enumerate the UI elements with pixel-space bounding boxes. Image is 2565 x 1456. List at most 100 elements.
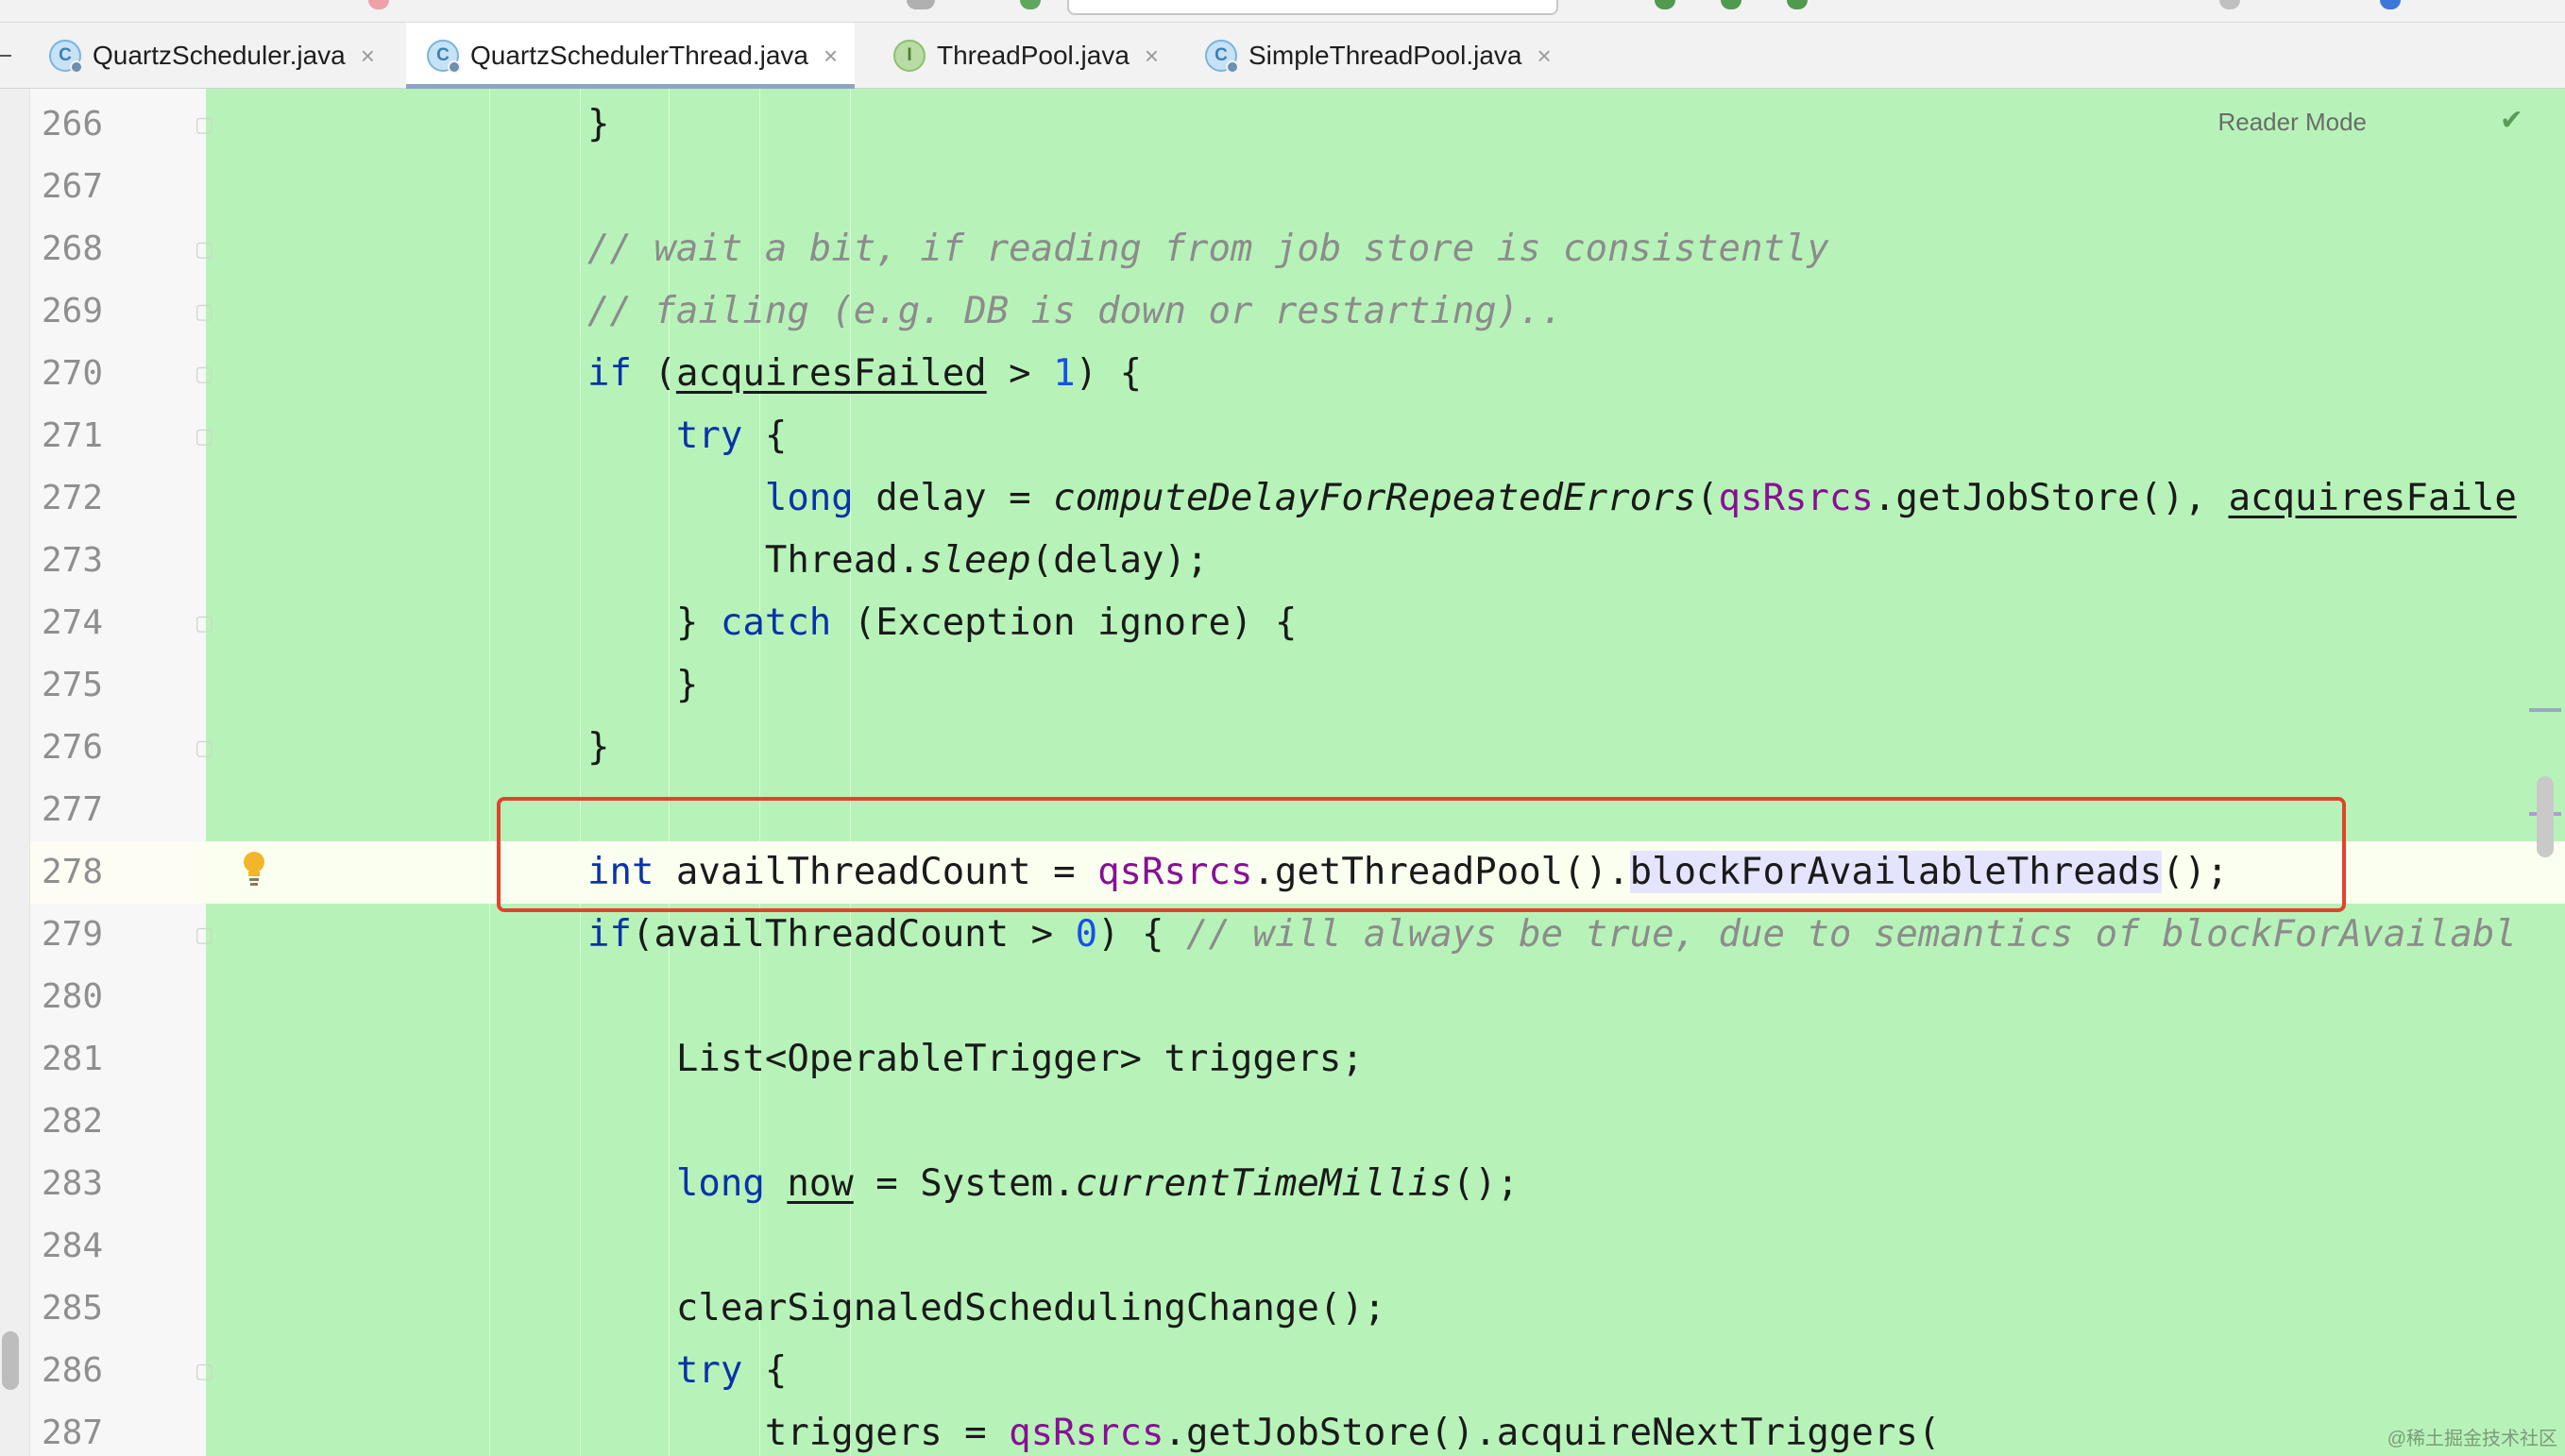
- code-token: triggers =: [587, 1412, 1010, 1454]
- tab-close-icon[interactable]: ×: [1537, 42, 1552, 71]
- code-line[interactable]: Thread.sleep(delay);: [587, 530, 1209, 592]
- toolbar-button[interactable]: [2219, 0, 2240, 9]
- line-number[interactable]: 272: [42, 467, 127, 530]
- tab-simplethreadpool[interactable]: C SimpleThreadPool.java ×: [1184, 23, 1569, 89]
- toolbar-button[interactable]: [368, 0, 389, 9]
- fold-marker-icon[interactable]: ▢: [195, 1361, 217, 1381]
- debug-button[interactable]: [1655, 0, 1675, 9]
- fold-marker-icon[interactable]: ▢: [195, 613, 217, 634]
- line-number[interactable]: 268: [42, 218, 127, 280]
- scrollbar-marker[interactable]: [2529, 708, 2561, 712]
- code-line[interactable]: }: [587, 654, 699, 717]
- code-line[interactable]: triggers = qsRsrcs.getJobStore().acquire…: [587, 1402, 1940, 1456]
- code-token: (availThreadCount >: [631, 913, 1076, 956]
- tab-quartzschedulerthread[interactable]: C QuartzSchedulerThread.java ×: [406, 23, 856, 89]
- inspection-ok-icon[interactable]: ✔: [2500, 104, 2523, 137]
- reader-mode-button[interactable]: Reader Mode: [2217, 108, 2367, 137]
- line-number[interactable]: 282: [42, 1091, 127, 1153]
- code-token: (: [631, 352, 676, 395]
- class-icon: C: [49, 40, 83, 74]
- line-number[interactable]: 273: [42, 530, 127, 592]
- tab-label: QuartzSchedulerThread.java: [470, 41, 808, 70]
- fold-marker-icon[interactable]: ▢: [195, 301, 217, 322]
- code-line[interactable]: try {: [587, 405, 787, 467]
- run-button[interactable]: [1020, 0, 1041, 9]
- code-token: int: [587, 851, 654, 893]
- code-editor[interactable]: 266 ▢} 267 268 ▢ // wait a bit, if reading fr…: [0, 89, 2565, 1456]
- line-number[interactable]: 275: [42, 654, 127, 717]
- tool-window-scroll-handle[interactable]: [2, 1331, 19, 1390]
- code-line[interactable]: if (acquiresFailed > 1) {: [587, 343, 1142, 405]
- line-number[interactable]: 280: [42, 966, 127, 1028]
- code-token: acquiresFailed: [675, 352, 987, 395]
- line-number[interactable]: 274: [42, 592, 127, 654]
- code-line[interactable]: }: [587, 93, 609, 156]
- code-token: catch: [720, 601, 832, 644]
- run-configuration-selector[interactable]: [1067, 0, 1558, 15]
- line-number[interactable]: 286: [42, 1340, 127, 1402]
- code-line[interactable]: if(availThreadCount > 0) { // will alway…: [587, 904, 2517, 966]
- line-number[interactable]: 281: [42, 1028, 127, 1091]
- code-token: (: [1696, 477, 1719, 519]
- line-number[interactable]: 285: [42, 1278, 127, 1340]
- code-line[interactable]: long now = System.currentTimeMillis();: [587, 1153, 1519, 1215]
- tab-label: ThreadPool.java: [937, 41, 1130, 70]
- fold-marker-icon[interactable]: ▢: [195, 114, 217, 135]
- line-number[interactable]: 284: [42, 1215, 127, 1278]
- toolbar-button[interactable]: [2380, 0, 2401, 9]
- tab-label: QuartzScheduler.java: [93, 41, 346, 70]
- bulb-icon[interactable]: [242, 851, 266, 887]
- fold-marker-icon[interactable]: ▢: [195, 239, 217, 260]
- source-badge-icon: [448, 60, 461, 74]
- line-number[interactable]: 287: [42, 1402, 127, 1456]
- code-token: if: [587, 352, 632, 395]
- fold-marker-icon[interactable]: ▢: [195, 737, 217, 758]
- line-number[interactable]: 277: [42, 779, 127, 841]
- line-number[interactable]: 278: [42, 841, 127, 904]
- code-line[interactable]: }: [587, 717, 609, 779]
- fold-marker-icon[interactable]: ▢: [195, 924, 217, 945]
- code-token: availThreadCount =: [654, 851, 1098, 893]
- code-line[interactable]: // failing (e.g. DB is down or restartin…: [587, 280, 1563, 343]
- tab-close-icon[interactable]: ×: [824, 42, 838, 71]
- line-number[interactable]: 266: [42, 93, 127, 156]
- tab-threadpool[interactable]: I ThreadPool.java ×: [873, 23, 1176, 89]
- line-number[interactable]: 283: [42, 1153, 127, 1215]
- tab-quartzscheduler[interactable]: C QuartzScheduler.java ×: [28, 23, 392, 89]
- code-line[interactable]: } catch (Exception ignore) {: [587, 592, 1297, 654]
- code-token: (Exception ignore) {: [831, 601, 1298, 644]
- line-number[interactable]: 279: [42, 904, 127, 966]
- vertical-scrollbar-thumb[interactable]: [2537, 776, 2554, 857]
- code-line[interactable]: long delay = computeDelayForRepeatedErro…: [587, 467, 2517, 530]
- line-number[interactable]: 276: [42, 717, 127, 779]
- line-number[interactable]: 271: [42, 405, 127, 467]
- code-line[interactable]: int availThreadCount = qsRsrcs.getThread…: [587, 841, 2229, 904]
- code-token: qsRsrcs: [1009, 1412, 1164, 1454]
- code-token: // wait a bit, if reading from job store…: [587, 228, 1829, 270]
- code-token: // failing (e.g. DB is down or restartin…: [587, 290, 1564, 332]
- line-number[interactable]: 267: [42, 156, 127, 218]
- coverage-button[interactable]: [1721, 0, 1741, 9]
- tab-close-icon[interactable]: ×: [361, 42, 375, 71]
- fold-marker-icon[interactable]: ▢: [195, 364, 217, 384]
- tab-label: SimpleThreadPool.java: [1249, 41, 1522, 70]
- toolbar-button[interactable]: [907, 0, 935, 9]
- tab-bar-overflow-marker[interactable]: [0, 55, 11, 57]
- code-line[interactable]: try {: [587, 1340, 787, 1402]
- profile-button[interactable]: [1787, 0, 1808, 9]
- ide-window: C QuartzScheduler.java × C QuartzSchedulerT…: [0, 0, 2565, 1456]
- code-line[interactable]: clearSignaledSchedulingChange();: [587, 1278, 1385, 1340]
- code-line[interactable]: List<OperableTrigger> triggers;: [587, 1028, 1364, 1091]
- code-token: blockForAvailableThreads: [1629, 851, 2163, 893]
- tab-close-icon[interactable]: ×: [1145, 42, 1159, 71]
- fold-marker-icon[interactable]: ▢: [195, 426, 217, 447]
- code-token: }: [587, 103, 610, 145]
- indent-guide: [580, 89, 581, 1456]
- line-number[interactable]: 269: [42, 280, 127, 343]
- code-line[interactable]: // wait a bit, if reading from job store…: [587, 218, 1829, 280]
- line-number[interactable]: 270: [42, 343, 127, 405]
- code-token: 1: [1053, 352, 1076, 395]
